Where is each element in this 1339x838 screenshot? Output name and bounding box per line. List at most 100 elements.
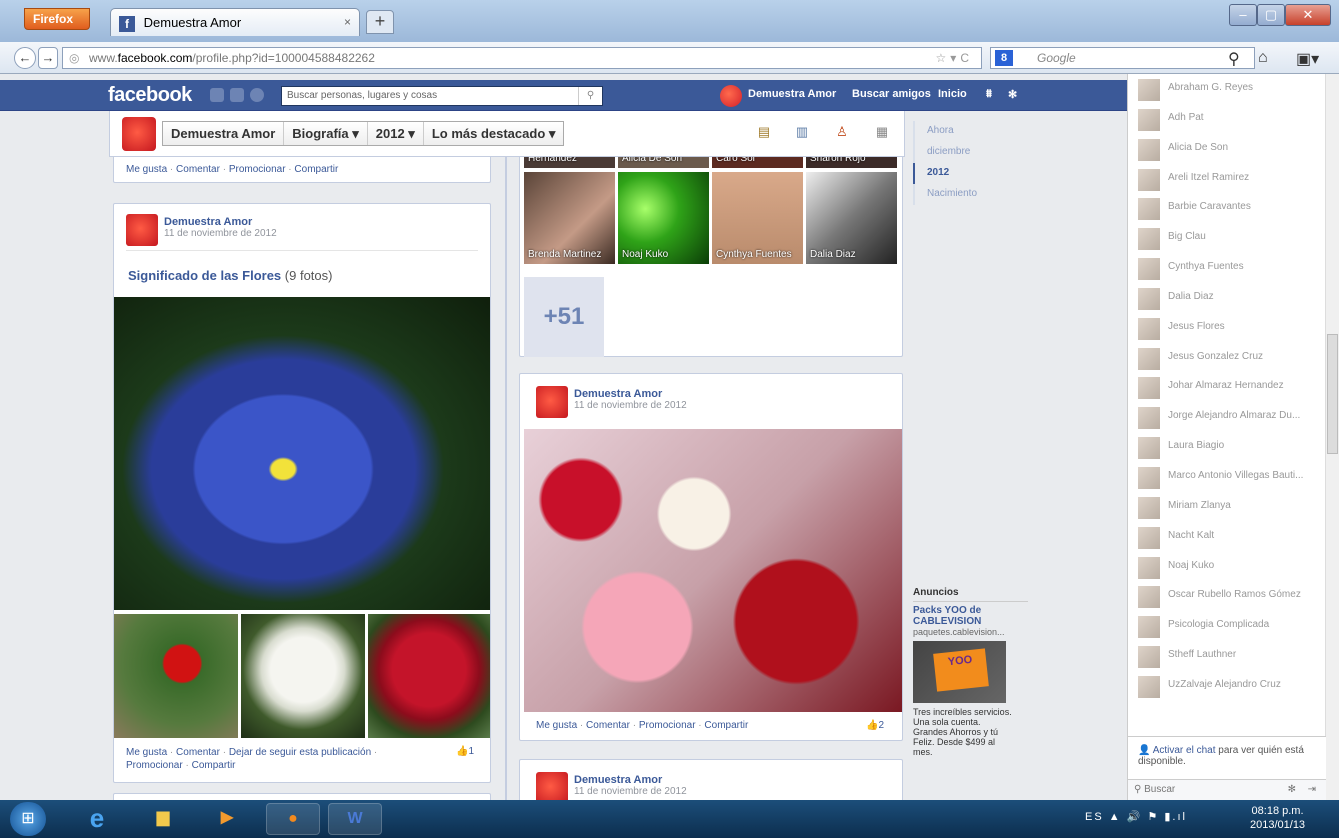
- language-indicator[interactable]: ES: [1085, 811, 1104, 823]
- promote-link[interactable]: Promocionar: [126, 760, 183, 771]
- clock[interactable]: 08:18 p.m. 2013/01/13: [1250, 804, 1305, 832]
- facebook-logo[interactable]: facebook: [108, 84, 192, 107]
- chat-friend-item[interactable]: Psicologia Complicada: [1128, 611, 1339, 641]
- post-author[interactable]: Demuestra Amor: [574, 774, 687, 786]
- status-icon[interactable]: ▤: [756, 124, 772, 140]
- search-icon[interactable]: ⚲: [578, 87, 602, 105]
- messages-icon[interactable]: [230, 88, 244, 102]
- chat-friend-item[interactable]: Marco Antonio Villegas Bauti...: [1128, 462, 1339, 492]
- promote-link[interactable]: Promocionar: [229, 164, 286, 175]
- chat-friend-item[interactable]: Laura Biagio: [1128, 432, 1339, 462]
- maximize-button[interactable]: ▢: [1257, 4, 1285, 26]
- photo-icon[interactable]: ▥: [794, 124, 810, 140]
- avatar[interactable]: [126, 214, 158, 246]
- firefox-menu-button[interactable]: Firefox: [24, 8, 90, 30]
- post-date[interactable]: 11 de noviembre de 2012: [164, 228, 277, 239]
- promote-link[interactable]: Promocionar: [639, 720, 696, 731]
- note-icon[interactable]: ▦: [874, 124, 890, 140]
- gear-icon[interactable]: ✻: [1288, 784, 1296, 795]
- friend-requests-icon[interactable]: [210, 88, 224, 102]
- privacy-shortcuts-icon[interactable]: ⩩: [986, 88, 992, 101]
- scroll-thumb[interactable]: [1327, 334, 1338, 454]
- chat-friend-item[interactable]: UzZalvaje Alejandro Cruz: [1128, 671, 1339, 701]
- chat-friend-item[interactable]: Jesus Gonzalez Cruz: [1128, 343, 1339, 373]
- like-link[interactable]: Me gusta: [536, 720, 577, 731]
- close-tab-icon[interactable]: ×: [344, 15, 351, 29]
- post-author[interactable]: Demuestra Amor: [574, 388, 687, 400]
- chat-friend-item[interactable]: Miriam Zlanya: [1128, 492, 1339, 522]
- bookmark-star-icon[interactable]: ☆▾C: [936, 51, 973, 65]
- post-date[interactable]: 11 de noviembre de 2012: [574, 786, 687, 797]
- firefox-taskbar-icon[interactable]: ●: [266, 803, 320, 835]
- minimize-button[interactable]: –: [1229, 4, 1257, 26]
- comment-link[interactable]: Comentar: [586, 720, 630, 731]
- explorer-icon[interactable]: ▆: [136, 803, 190, 835]
- life-event-icon[interactable]: ♙: [834, 124, 850, 140]
- chat-friend-item[interactable]: Jesus Flores: [1128, 313, 1339, 343]
- white-lily-photo[interactable]: [241, 614, 365, 738]
- ad-url[interactable]: paquetes.cablevision...: [913, 627, 1028, 637]
- year-dropdown[interactable]: 2012 ▾: [368, 122, 424, 145]
- comment-link[interactable]: Comentar: [176, 164, 220, 175]
- post-date[interactable]: 11 de noviembre de 2012: [574, 400, 687, 411]
- word-icon[interactable]: W: [328, 803, 382, 835]
- chat-friend-item[interactable]: Areli Itzel Ramirez: [1128, 164, 1339, 194]
- new-tab-button[interactable]: +: [366, 10, 394, 34]
- like-link[interactable]: Me gusta: [126, 164, 167, 175]
- browser-search-input[interactable]: 8 Google: [990, 47, 1255, 69]
- avatar[interactable]: [536, 386, 568, 418]
- facebook-search-input[interactable]: Buscar personas, lugares y cosas ⚲: [281, 86, 603, 106]
- album-title-link[interactable]: Significado de las Flores (9 fotos): [128, 268, 332, 283]
- friend-tile[interactable]: Cynthya Fuentes: [712, 172, 803, 264]
- scrubber-item-birth[interactable]: Nacimiento: [913, 184, 993, 205]
- comment-link[interactable]: Comentar: [176, 747, 220, 758]
- album-title[interactable]: Significado de las Flores: [128, 268, 281, 283]
- url-bar[interactable]: ◎ www.facebook.com/profile.php?id=100004…: [62, 47, 982, 69]
- chat-friend-item[interactable]: Noaj Kuko: [1128, 552, 1339, 582]
- friend-tile[interactable]: Dalia Diaz: [806, 172, 897, 264]
- like-count[interactable]: 👍1: [456, 746, 474, 757]
- find-friends-link[interactable]: Buscar amigos: [852, 88, 931, 100]
- roses-photo[interactable]: [524, 429, 902, 712]
- unfollow-link[interactable]: Dejar de seguir esta publicación: [229, 747, 371, 758]
- more-friends-button[interactable]: +51: [524, 277, 604, 357]
- like-count[interactable]: 👍2: [866, 720, 884, 731]
- chat-friend-item[interactable]: Jorge Alejandro Almaraz Du...: [1128, 402, 1339, 432]
- home-icon[interactable]: ⌂: [1258, 49, 1268, 67]
- red-flowers-photo[interactable]: [114, 614, 238, 738]
- share-link[interactable]: Compartir: [294, 164, 338, 175]
- ad-title[interactable]: Packs YOO de CABLEVISION: [913, 605, 1028, 627]
- close-window-button[interactable]: ✕: [1285, 4, 1331, 26]
- highlights-dropdown[interactable]: Lo más destacado ▾: [424, 122, 564, 145]
- back-button[interactable]: ←: [14, 47, 36, 69]
- profile-name-crumb[interactable]: Demuestra Amor: [163, 122, 285, 145]
- avatar[interactable]: [122, 117, 156, 151]
- chat-friend-item[interactable]: Big Clau: [1128, 223, 1339, 253]
- forward-button[interactable]: →: [38, 47, 58, 69]
- bookmarks-menu-icon[interactable]: ▣▾: [1296, 49, 1319, 69]
- chat-friend-item[interactable]: Nacht Kalt: [1128, 522, 1339, 552]
- notifications-icon[interactable]: [250, 88, 264, 102]
- activate-chat-link[interactable]: Activar el chat: [1153, 745, 1216, 756]
- chat-friend-item[interactable]: Barbie Caravantes: [1128, 193, 1339, 223]
- chat-friend-item[interactable]: Dalia Diaz: [1128, 283, 1339, 313]
- chat-friend-item[interactable]: Johar Almaraz Hernandez: [1128, 372, 1339, 402]
- chat-friend-item[interactable]: Stheff Lauthner: [1128, 641, 1339, 671]
- like-link[interactable]: Me gusta: [126, 747, 167, 758]
- media-player-icon[interactable]: ▶: [200, 803, 254, 835]
- gear-icon[interactable]: ✻: [1008, 88, 1017, 101]
- avatar[interactable]: [720, 85, 742, 107]
- carnation-photo[interactable]: [368, 614, 490, 738]
- friend-tile[interactable]: Brenda Martinez: [524, 172, 615, 264]
- chat-friend-item[interactable]: Adh Pat: [1128, 104, 1339, 134]
- chat-scrollbar[interactable]: [1325, 74, 1339, 800]
- popout-icon[interactable]: ⇥: [1308, 784, 1316, 795]
- ad-image[interactable]: YOO: [913, 641, 1006, 703]
- chat-search-input[interactable]: ⚲ Buscar ✻ ⇥: [1128, 779, 1326, 801]
- avatar[interactable]: [536, 772, 568, 800]
- chat-friend-item[interactable]: Alicia De Son: [1128, 134, 1339, 164]
- internet-explorer-icon[interactable]: e: [70, 803, 124, 835]
- chat-friend-item[interactable]: Cynthya Fuentes: [1128, 253, 1339, 283]
- home-link[interactable]: Inicio: [938, 88, 967, 100]
- post-author[interactable]: Demuestra Amor: [164, 216, 277, 228]
